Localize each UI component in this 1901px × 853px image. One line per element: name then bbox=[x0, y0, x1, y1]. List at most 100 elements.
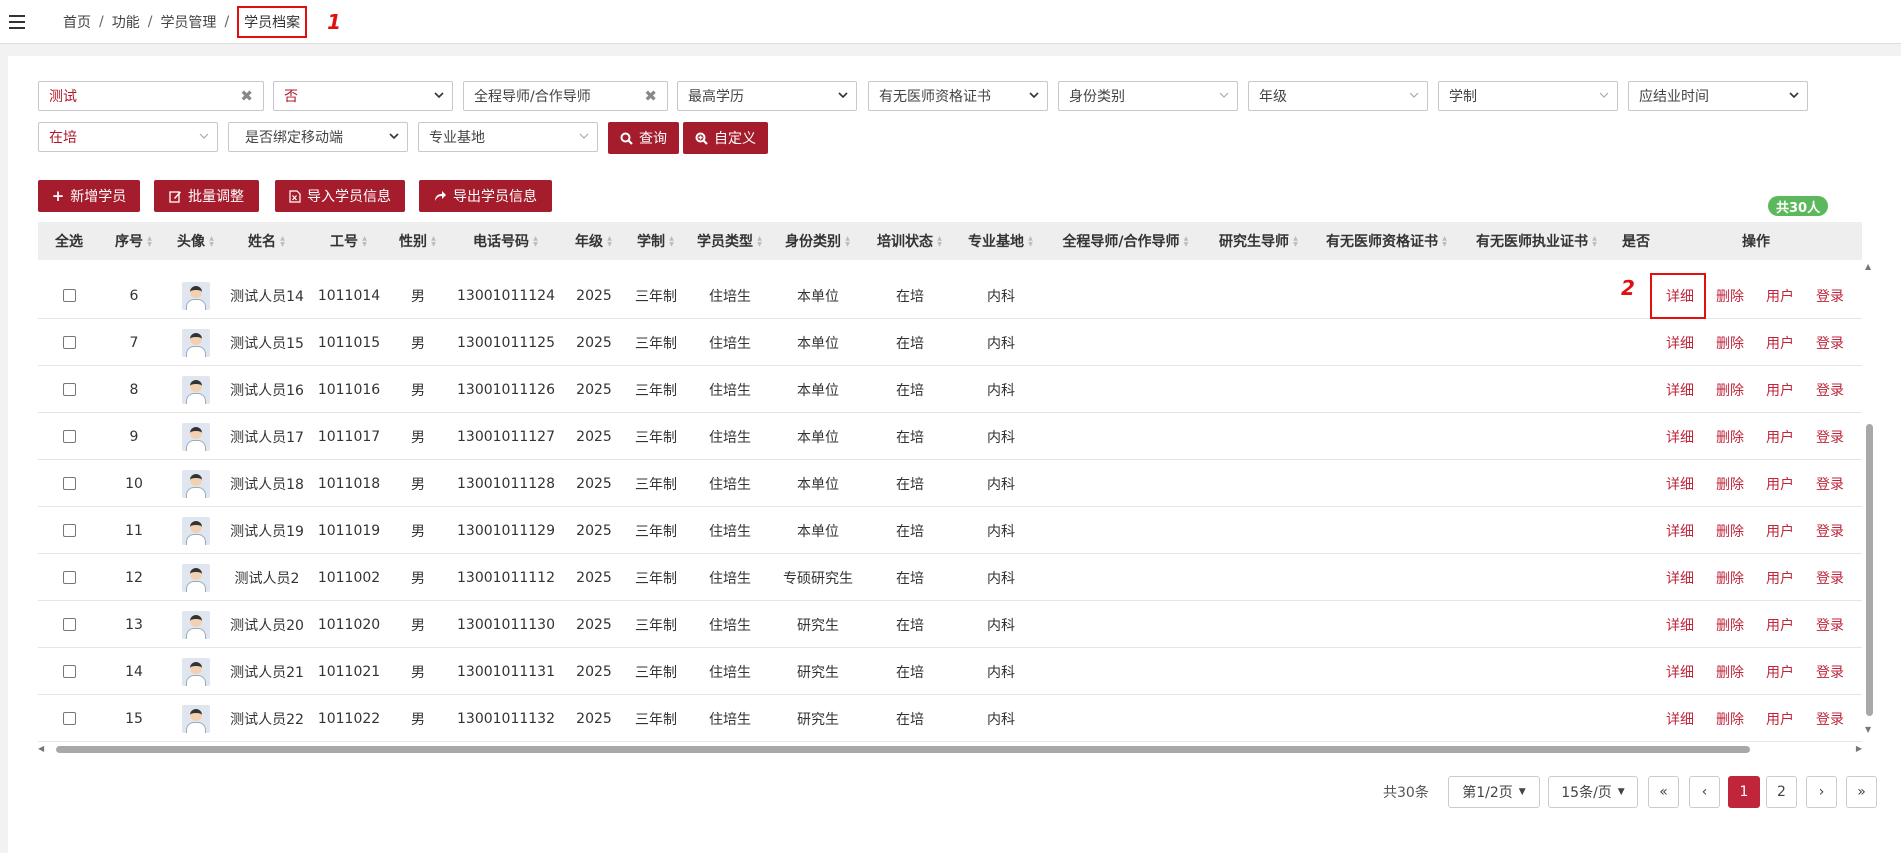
base-select[interactable]: 专业基地 bbox=[418, 122, 598, 152]
clear-icon[interactable]: ✖ bbox=[644, 87, 657, 105]
delete-link[interactable]: 删除 bbox=[1716, 648, 1744, 695]
vertical-scrollbar[interactable]: ▲ ▼ bbox=[1862, 262, 1876, 734]
scroll-right-icon[interactable]: ▶ bbox=[1856, 744, 1862, 753]
row-checkbox[interactable] bbox=[62, 430, 76, 443]
vertical-scroll-thumb[interactable] bbox=[1866, 424, 1873, 716]
delete-link[interactable]: 删除 bbox=[1716, 601, 1744, 648]
col-grade[interactable]: 年级 bbox=[564, 222, 624, 260]
login-link[interactable]: 登录 bbox=[1816, 366, 1844, 413]
detail-link[interactable]: 详细 bbox=[1666, 601, 1694, 648]
physician-cert-select[interactable]: 有无医师资格证书 bbox=[868, 81, 1048, 111]
row-checkbox[interactable] bbox=[62, 524, 76, 537]
education-select[interactable]: 最高学历 bbox=[677, 81, 857, 111]
breadcrumb-student-archive[interactable]: 学员档案 bbox=[237, 5, 308, 38]
col-phone[interactable]: 电话号码 bbox=[448, 222, 564, 260]
scroll-down-icon[interactable]: ▼ bbox=[1865, 725, 1871, 734]
name-filter-input[interactable]: 测试 ✖ bbox=[38, 81, 264, 111]
detail-link[interactable]: 详细 bbox=[1666, 648, 1694, 695]
col-truncated[interactable]: 是否 bbox=[1622, 222, 1650, 260]
page-1-button[interactable]: 1 bbox=[1728, 776, 1760, 808]
batch-adjust-button[interactable]: 批量调整 bbox=[154, 180, 259, 212]
detail-link[interactable]: 详细 bbox=[1666, 413, 1694, 460]
login-link[interactable]: 登录 bbox=[1816, 507, 1844, 554]
mobile-bound-select[interactable]: 是否绑定移动端 bbox=[228, 122, 408, 152]
col-practice-cert[interactable]: 有无医师执业证书 bbox=[1462, 222, 1612, 260]
col-identity[interactable]: 身份类别 bbox=[772, 222, 864, 260]
graduation-select[interactable]: 应结业时间 bbox=[1628, 81, 1808, 111]
row-checkbox[interactable] bbox=[62, 383, 76, 396]
col-status[interactable]: 培训状态 bbox=[864, 222, 956, 260]
login-link[interactable]: 登录 bbox=[1816, 272, 1844, 319]
detail-link[interactable]: 详细 bbox=[1666, 319, 1694, 366]
row-checkbox[interactable] bbox=[62, 712, 76, 725]
login-link[interactable]: 登录 bbox=[1816, 554, 1844, 601]
add-student-button[interactable]: + 新增学员 bbox=[38, 180, 140, 212]
col-id[interactable]: 工号 bbox=[310, 222, 388, 260]
detail-link[interactable]: 详细 bbox=[1666, 366, 1694, 413]
import-students-button[interactable]: 导入学员信息 bbox=[275, 180, 405, 212]
row-checkbox[interactable] bbox=[62, 289, 76, 302]
export-students-button[interactable]: 导出学员信息 bbox=[419, 180, 552, 212]
breadcrumb-home[interactable]: 首页 bbox=[63, 12, 91, 32]
user-link[interactable]: 用户 bbox=[1766, 601, 1794, 648]
breadcrumb-student-management[interactable]: 学员管理 bbox=[160, 12, 216, 32]
user-link[interactable]: 用户 bbox=[1766, 413, 1794, 460]
col-select-all[interactable]: 全选 bbox=[38, 222, 100, 260]
delete-link[interactable]: 删除 bbox=[1716, 319, 1744, 366]
user-link[interactable]: 用户 bbox=[1766, 695, 1794, 742]
duration-select[interactable]: 学制 bbox=[1438, 81, 1618, 111]
col-gender[interactable]: 性别 bbox=[388, 222, 448, 260]
detail-link[interactable]: 详细 bbox=[1666, 554, 1694, 601]
delete-link[interactable]: 删除 bbox=[1716, 507, 1744, 554]
login-link[interactable]: 登录 bbox=[1816, 695, 1844, 742]
delete-link[interactable]: 删除 bbox=[1716, 272, 1744, 319]
detail-link[interactable]: 详细 bbox=[1666, 695, 1694, 742]
delete-link[interactable]: 删除 bbox=[1716, 460, 1744, 507]
page-size-select[interactable]: 15条/页 ▼ bbox=[1548, 776, 1638, 808]
login-link[interactable]: 登录 bbox=[1816, 413, 1844, 460]
grade-select[interactable]: 年级 bbox=[1248, 81, 1428, 111]
breadcrumb-function[interactable]: 功能 bbox=[112, 12, 140, 32]
detail-link[interactable]: 详细 bbox=[1666, 507, 1694, 554]
clear-icon[interactable]: ✖ bbox=[240, 87, 253, 105]
query-button[interactable]: 查询 bbox=[608, 122, 679, 154]
page-2-button[interactable]: 2 bbox=[1766, 776, 1797, 808]
col-duration[interactable]: 学制 bbox=[624, 222, 688, 260]
login-link[interactable]: 登录 bbox=[1816, 648, 1844, 695]
scroll-left-icon[interactable]: ◀ bbox=[38, 744, 44, 753]
col-qualification-cert[interactable]: 有无医师资格证书 bbox=[1312, 222, 1462, 260]
first-page-button[interactable]: « bbox=[1648, 776, 1679, 808]
row-checkbox[interactable] bbox=[62, 571, 76, 584]
col-avatar[interactable]: 头像 bbox=[168, 222, 224, 260]
row-checkbox[interactable] bbox=[62, 665, 76, 678]
delete-link[interactable]: 删除 bbox=[1716, 366, 1744, 413]
user-link[interactable]: 用户 bbox=[1766, 460, 1794, 507]
col-index[interactable]: 序号 bbox=[100, 222, 168, 260]
next-page-button[interactable]: › bbox=[1806, 776, 1837, 808]
col-tutor[interactable]: 全程导师/合作导师 bbox=[1046, 222, 1206, 260]
row-checkbox[interactable] bbox=[62, 618, 76, 631]
tutor-filter[interactable]: 全程导师/合作导师 ✖ bbox=[463, 81, 668, 111]
horizontal-scrollbar[interactable]: ◀ ▶ bbox=[38, 742, 1862, 756]
detail-link[interactable]: 详细 bbox=[1666, 460, 1694, 507]
scroll-up-icon[interactable]: ▲ bbox=[1865, 262, 1871, 271]
bound-select[interactable]: 否 bbox=[273, 81, 453, 111]
delete-link[interactable]: 删除 bbox=[1716, 554, 1744, 601]
user-link[interactable]: 用户 bbox=[1766, 366, 1794, 413]
login-link[interactable]: 登录 bbox=[1816, 319, 1844, 366]
login-link[interactable]: 登录 bbox=[1816, 601, 1844, 648]
user-link[interactable]: 用户 bbox=[1766, 507, 1794, 554]
user-link[interactable]: 用户 bbox=[1766, 554, 1794, 601]
col-name[interactable]: 姓名 bbox=[224, 222, 310, 260]
user-link[interactable]: 用户 bbox=[1766, 272, 1794, 319]
page-select[interactable]: 第1/2页 ▼ bbox=[1448, 776, 1540, 808]
row-checkbox[interactable] bbox=[62, 336, 76, 349]
identity-select[interactable]: 身份类别 bbox=[1058, 81, 1238, 111]
user-link[interactable]: 用户 bbox=[1766, 319, 1794, 366]
delete-link[interactable]: 删除 bbox=[1716, 413, 1744, 460]
login-link[interactable]: 登录 bbox=[1816, 460, 1844, 507]
col-base[interactable]: 专业基地 bbox=[956, 222, 1046, 260]
custom-button[interactable]: 自定义 bbox=[683, 122, 768, 154]
last-page-button[interactable]: » bbox=[1846, 776, 1877, 808]
row-checkbox[interactable] bbox=[62, 477, 76, 490]
